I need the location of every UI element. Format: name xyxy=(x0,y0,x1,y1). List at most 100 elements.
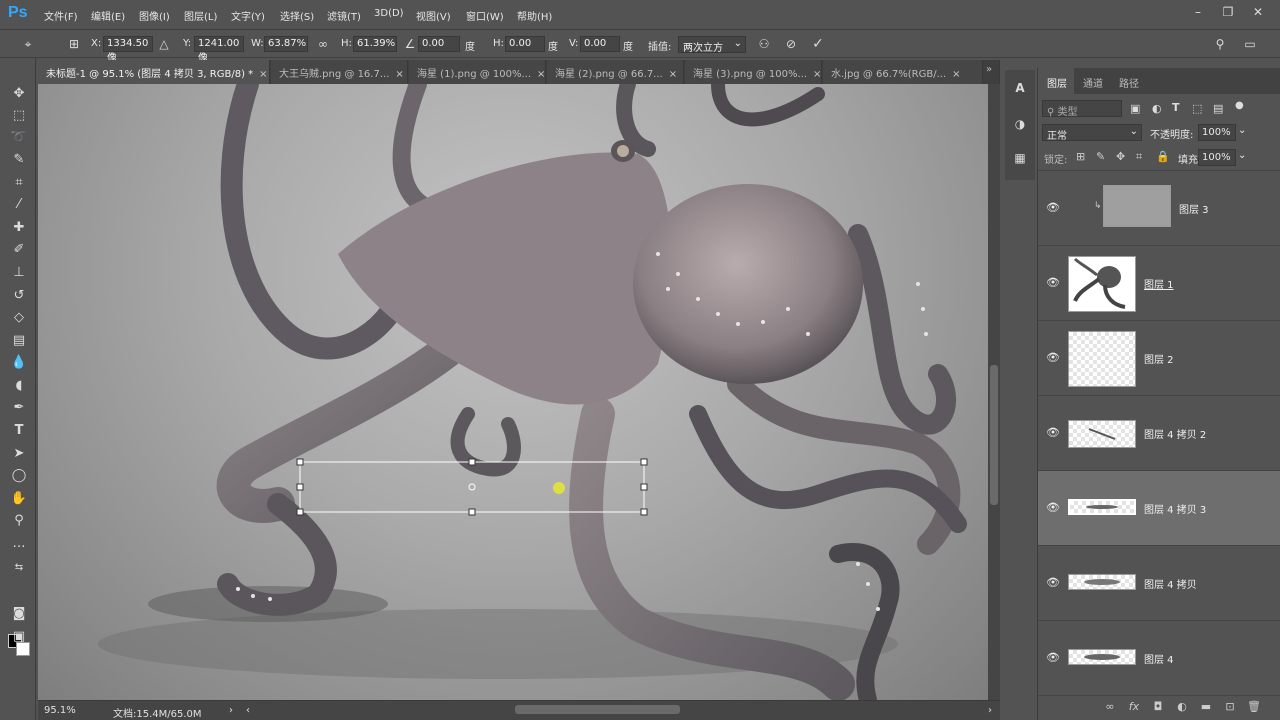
hskew-field[interactable]: 0.00 xyxy=(505,36,545,52)
quick-select-tool-icon[interactable]: ✎ xyxy=(9,150,29,170)
character-panel-icon[interactable]: A xyxy=(1010,78,1030,98)
close-icon[interactable]: × xyxy=(669,69,677,80)
marquee-tool-icon[interactable]: ⬚ xyxy=(9,106,29,126)
close-icon[interactable]: × xyxy=(813,69,821,80)
layer-row-4[interactable]: 👁 图层 4 xyxy=(1038,621,1280,696)
w-field[interactable]: 63.87% xyxy=(264,36,308,52)
horizontal-scroll-thumb[interactable] xyxy=(515,705,680,714)
relative-position-icon[interactable]: △ xyxy=(156,36,172,52)
workspace-icon[interactable]: ▭ xyxy=(1242,36,1258,52)
layer-row-4-copy-2[interactable]: 👁 图层 4 拷贝 2 xyxy=(1038,396,1280,471)
filter-shape-icon[interactable]: ⬚ xyxy=(1192,102,1202,115)
visibility-eye-icon[interactable]: 👁 xyxy=(1046,276,1060,290)
more-tools-icon[interactable]: … xyxy=(9,534,29,554)
filter-toggle-icon[interactable]: ● xyxy=(1235,100,1244,111)
transform-tool-icon[interactable]: ⌖ xyxy=(20,36,36,52)
menu-view[interactable]: 视图(V) xyxy=(416,8,451,23)
screen-mode-icon[interactable]: ▣ xyxy=(9,627,29,647)
history-brush-tool-icon[interactable]: ↺ xyxy=(9,286,29,306)
tab-layers[interactable]: 图层 xyxy=(1047,75,1067,90)
libraries-panel-icon[interactable]: ▦ xyxy=(1010,148,1030,168)
layer-row-3[interactable]: 👁 ↳ 图层 3 xyxy=(1038,171,1280,246)
cancel-transform-icon[interactable]: ⊘ xyxy=(783,36,799,52)
visibility-eye-icon[interactable]: 👁 xyxy=(1046,576,1060,590)
hand-tool-icon[interactable]: ✋ xyxy=(9,489,29,509)
tab-squid[interactable]: 大王乌贼.png @ 16.7... × xyxy=(271,60,408,84)
menu-image[interactable]: 图像(I) xyxy=(139,8,170,23)
layer-row-4-copy[interactable]: 👁 图层 4 拷贝 xyxy=(1038,546,1280,621)
close-window-icon[interactable]: ✕ xyxy=(1248,5,1268,23)
filter-smart-icon[interactable]: ▤ xyxy=(1213,102,1223,115)
eraser-tool-icon[interactable]: ◇ xyxy=(9,308,29,328)
blend-mode-select[interactable]: 正常 ⌄ xyxy=(1042,124,1142,142)
visibility-eye-icon[interactable]: 👁 xyxy=(1046,651,1060,665)
tab-untitled[interactable]: 未标题-1 @ 95.1% (图层 4 拷贝 3, RGB/8) * × xyxy=(38,60,270,84)
commit-transform-icon[interactable]: ✓ xyxy=(810,36,826,52)
chevron-down-icon[interactable]: ⌄ xyxy=(1238,150,1246,161)
search-icon[interactable]: ⚲ xyxy=(1212,36,1228,52)
type-tool-icon[interactable]: T xyxy=(9,421,29,441)
restore-icon[interactable]: ❐ xyxy=(1218,5,1238,23)
menu-type[interactable]: 文字(Y) xyxy=(231,8,265,23)
chevron-down-icon[interactable]: ⌄ xyxy=(1238,125,1246,136)
close-icon[interactable]: × xyxy=(537,69,545,80)
layer-row-2[interactable]: 👁 图层 2 xyxy=(1038,321,1280,396)
close-icon[interactable]: × xyxy=(259,69,267,80)
zoom-level[interactable]: 95.1% xyxy=(44,705,76,716)
path-select-tool-icon[interactable]: ➤ xyxy=(9,444,29,464)
opacity-field[interactable]: 100% xyxy=(1198,124,1236,141)
lock-transparent-icon[interactable]: ⊞ xyxy=(1076,150,1085,163)
clone-stamp-tool-icon[interactable]: ⊥ xyxy=(9,263,29,283)
layer-style-icon[interactable]: fx xyxy=(1126,700,1142,714)
tab-starfish-1[interactable]: 海星 (1).png @ 100%... × xyxy=(409,60,546,84)
adjustments-panel-icon[interactable]: ◑ xyxy=(1010,114,1030,134)
filter-pixel-icon[interactable]: ▣ xyxy=(1130,102,1140,115)
filter-type-icon[interactable]: T xyxy=(1172,101,1180,114)
vskew-field[interactable]: 0.00 xyxy=(580,36,620,52)
crop-tool-icon[interactable]: ⌗ xyxy=(9,173,29,193)
move-tool-icon[interactable]: ✥ xyxy=(9,84,29,104)
trash-icon[interactable]: 🗑 xyxy=(1246,700,1262,714)
new-group-icon[interactable]: ▬ xyxy=(1198,700,1214,714)
link-layers-icon[interactable]: ∞ xyxy=(1102,700,1118,714)
h-field[interactable]: 61.39% xyxy=(353,36,397,52)
vertical-scroll-thumb[interactable] xyxy=(990,365,998,505)
menu-filter[interactable]: 滤镜(T) xyxy=(327,8,361,23)
tab-starfish-2[interactable]: 海星 (2).png @ 66.7... × xyxy=(547,60,684,84)
new-layer-icon[interactable]: ⊡ xyxy=(1222,700,1238,714)
healing-brush-tool-icon[interactable]: ✚ xyxy=(9,218,29,238)
brush-tool-icon[interactable]: ✐ xyxy=(9,240,29,260)
visibility-eye-icon[interactable]: 👁 xyxy=(1046,426,1060,440)
status-menu-icon[interactable]: › xyxy=(229,705,233,716)
ellipse-tool-icon[interactable]: ◯ xyxy=(9,466,29,486)
layer-row-1[interactable]: 👁 图层 1 xyxy=(1038,246,1280,321)
visibility-eye-icon[interactable]: 👁 xyxy=(1046,351,1060,365)
visibility-eye-icon[interactable]: 👁 xyxy=(1046,501,1060,515)
lock-artboard-icon[interactable]: ⌗ xyxy=(1136,150,1142,164)
fill-field[interactable]: 100% xyxy=(1198,149,1236,166)
document-canvas[interactable] xyxy=(38,84,988,700)
interpolation-select[interactable]: 两次立方 ⌄ xyxy=(678,36,746,54)
menu-layer[interactable]: 图层(L) xyxy=(184,8,217,23)
menu-window[interactable]: 窗口(W) xyxy=(466,8,504,23)
lock-image-icon[interactable]: ✎ xyxy=(1096,150,1105,163)
menu-3d[interactable]: 3D(D) xyxy=(374,8,404,19)
scroll-right-icon[interactable]: › xyxy=(988,705,992,716)
lock-position-icon[interactable]: ✥ xyxy=(1116,150,1125,163)
y-field[interactable]: 1241.00 像 xyxy=(194,36,244,64)
layer-row-4-copy-3[interactable]: 👁 图层 4 拷贝 3 xyxy=(1038,471,1280,546)
pen-tool-icon[interactable]: ✒ xyxy=(9,398,29,418)
layer-mask-icon[interactable]: ◘ xyxy=(1150,700,1166,714)
eyedropper-tool-icon[interactable]: ⁄ xyxy=(9,195,29,215)
swap-colors-icon[interactable]: ⇆ xyxy=(9,558,29,578)
lasso-tool-icon[interactable]: ➰ xyxy=(9,128,29,148)
x-field[interactable]: 1334.50 像 xyxy=(103,36,153,64)
lock-all-icon[interactable]: 🔒 xyxy=(1156,150,1170,163)
menu-file[interactable]: 文件(F) xyxy=(44,8,78,23)
minimize-icon[interactable]: – xyxy=(1188,5,1208,23)
visibility-eye-icon[interactable]: 👁 xyxy=(1046,201,1060,215)
gradient-tool-icon[interactable]: ▤ xyxy=(9,331,29,351)
reference-point-icon[interactable]: ⊞ xyxy=(66,36,82,52)
menu-edit[interactable]: 编辑(E) xyxy=(91,8,125,23)
tab-water[interactable]: 水.jpg @ 66.7%(RGB/... × xyxy=(823,60,983,84)
